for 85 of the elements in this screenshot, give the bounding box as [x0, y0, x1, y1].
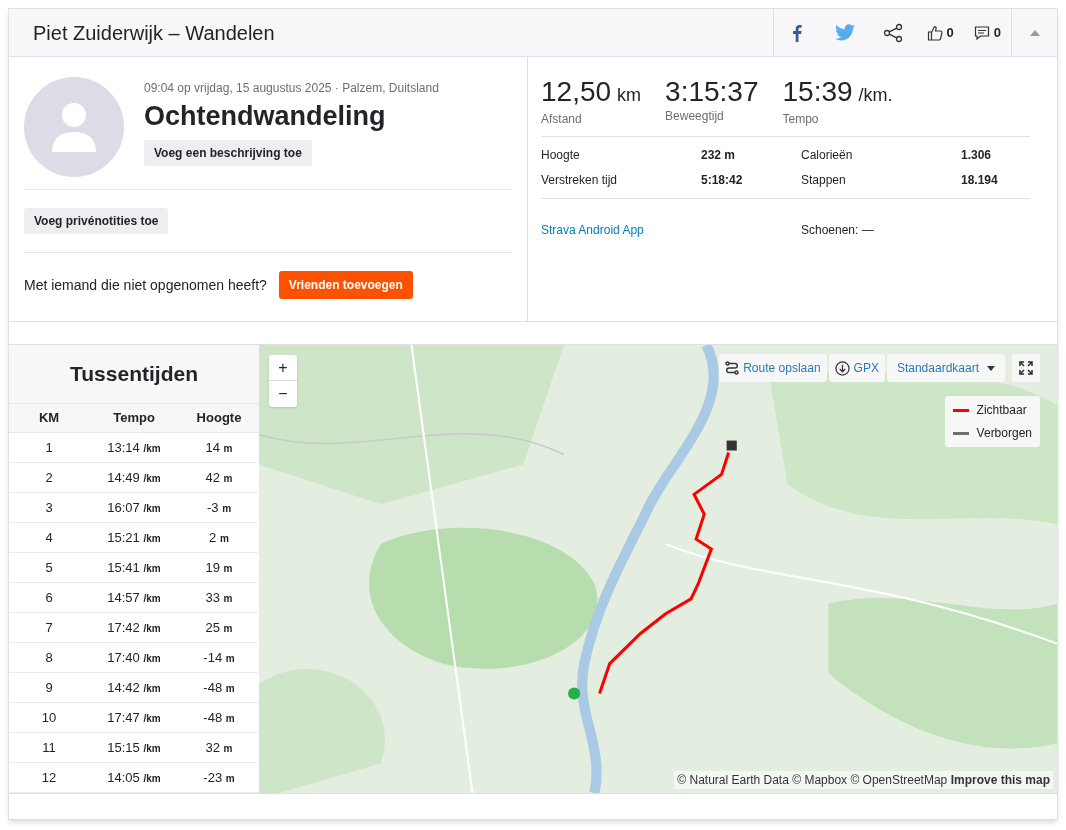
bird-icon [834, 24, 855, 41]
comment-icon [973, 24, 990, 41]
legend-label: Verborgen [976, 425, 1032, 442]
gpx-download-button[interactable]: GPX [828, 354, 885, 382]
activity-date-location: 09:04 op vrijdag, 15 augustus 2025 · Palzem, Duitsland [144, 80, 439, 97]
route-icon [725, 361, 740, 375]
stat-value: 3:15:37 [665, 77, 759, 107]
table-cell-text: 4 [44, 528, 54, 547]
attribution-text: © Natural Earth Data © Mapbox © OpenStreetMap [677, 773, 948, 787]
table-cell-text: -3 m [205, 498, 233, 517]
splits-title: Tussentijden [9, 345, 259, 403]
table-cell-text: 14:42 /km [106, 678, 162, 697]
table-cell-text: 11 [41, 738, 57, 757]
stat-value: 232 m [701, 147, 737, 164]
download-icon [834, 360, 850, 376]
table-cell-text: 17:47 /km [106, 708, 162, 727]
map-style-dropdown[interactable]: Standaardkaart [886, 354, 1005, 382]
column-header: Hoogte [195, 409, 243, 428]
table-cell-text: -14 m [202, 648, 236, 667]
table-cell-text: 6 [44, 588, 54, 607]
stat-value: 18.194 [961, 172, 999, 189]
zoom-out-button[interactable]: − [269, 381, 297, 407]
shoes-label: Schoenen: — [801, 222, 875, 239]
expand-icon [1019, 361, 1033, 375]
device-link[interactable]: Strava Android App [541, 221, 801, 239]
table-cell-text: 2 [44, 468, 54, 487]
thumbs-up-icon [926, 24, 943, 41]
table-cell-text: 7 [44, 618, 54, 637]
table-cell-text: 15:15 /km [106, 738, 162, 757]
table-cell-text: 17:42 /km [106, 618, 162, 637]
add-description-button[interactable]: Voeg een beschrijving toe [144, 140, 312, 166]
improve-map-link[interactable]: Improve this map [950, 773, 1050, 787]
stat-value: 12,50 km [541, 77, 642, 109]
table-cell-text: 13:14 /km [106, 438, 162, 457]
stat-value: 1.306 [961, 147, 993, 164]
table-cell-text: 19 m [204, 558, 234, 577]
table-cell-text: 3 [44, 498, 54, 517]
table-cell-text: -48 m [202, 708, 236, 727]
stat-label: Tempo [782, 111, 820, 128]
facebook-icon [792, 23, 803, 42]
stat-label: Afstand [541, 111, 583, 128]
table-cell-text: 14 m [204, 438, 234, 457]
table-cell-text: 2 m [208, 528, 230, 547]
table-cell-text: 8 [44, 648, 54, 667]
zoom-in-button[interactable]: + [269, 355, 297, 381]
table-cell-text: 9 [44, 678, 54, 697]
stat-value: 5:18:42 [701, 172, 744, 189]
column-header: Tempo [112, 409, 156, 428]
fullscreen-button[interactable] [1012, 354, 1040, 382]
stat-label: Stappen [801, 172, 847, 189]
activity-title: Ochtendwandeling [144, 100, 387, 133]
table-cell-text: 14:05 /km [106, 768, 162, 787]
table-cell-text: 14:57 /km [106, 588, 162, 607]
table-cell-text: 25 m [204, 618, 234, 637]
private-notes-button[interactable]: Voeg privénotities toe [24, 208, 169, 234]
table-cell-text: 16:07 /km [106, 498, 162, 517]
table-cell-text: 15:41 /km [106, 558, 162, 577]
table-cell-text: 42 m [204, 468, 234, 487]
table-cell-text: -23 m [202, 768, 236, 787]
stat-label: Calorieën [801, 147, 854, 164]
column-header: KM [37, 409, 61, 428]
share-icon [882, 22, 903, 43]
table-cell-text: 17:40 /km [106, 648, 162, 667]
table-cell-text: 15:21 /km [106, 528, 162, 547]
friends-prompt: Met iemand die niet opgenomen heeft? [24, 275, 267, 295]
save-route-button[interactable]: Route opslaan [719, 354, 827, 382]
table-cell-text: 33 m [204, 588, 234, 607]
table-cell-text: -48 m [202, 678, 236, 697]
activity-header-title: Piet Zuiderwijk – Wandelen [33, 20, 276, 46]
stat-value: 15:39 /km. [782, 77, 893, 109]
comments-button[interactable]: 0 [963, 9, 1011, 56]
table-cell-text: 32 m [204, 738, 234, 757]
stat-label: Hoogte [541, 147, 581, 164]
stat-label: Verstreken tijd [541, 172, 619, 189]
stat-label: Beweegtijd [665, 108, 725, 125]
legend-label: Zichtbaar [976, 402, 1027, 419]
table-cell-text: 1 [44, 438, 54, 457]
table-cell-text: 5 [44, 558, 54, 577]
kudos-button[interactable]: 0 [916, 9, 964, 56]
caret-down-icon [987, 365, 995, 371]
person-icon [50, 102, 98, 152]
table-cell-text: 12 [40, 768, 58, 787]
caret-up-icon [1029, 29, 1040, 36]
table-cell-text: 10 [40, 708, 58, 727]
table-cell-text: 14:49 /km [106, 468, 162, 487]
